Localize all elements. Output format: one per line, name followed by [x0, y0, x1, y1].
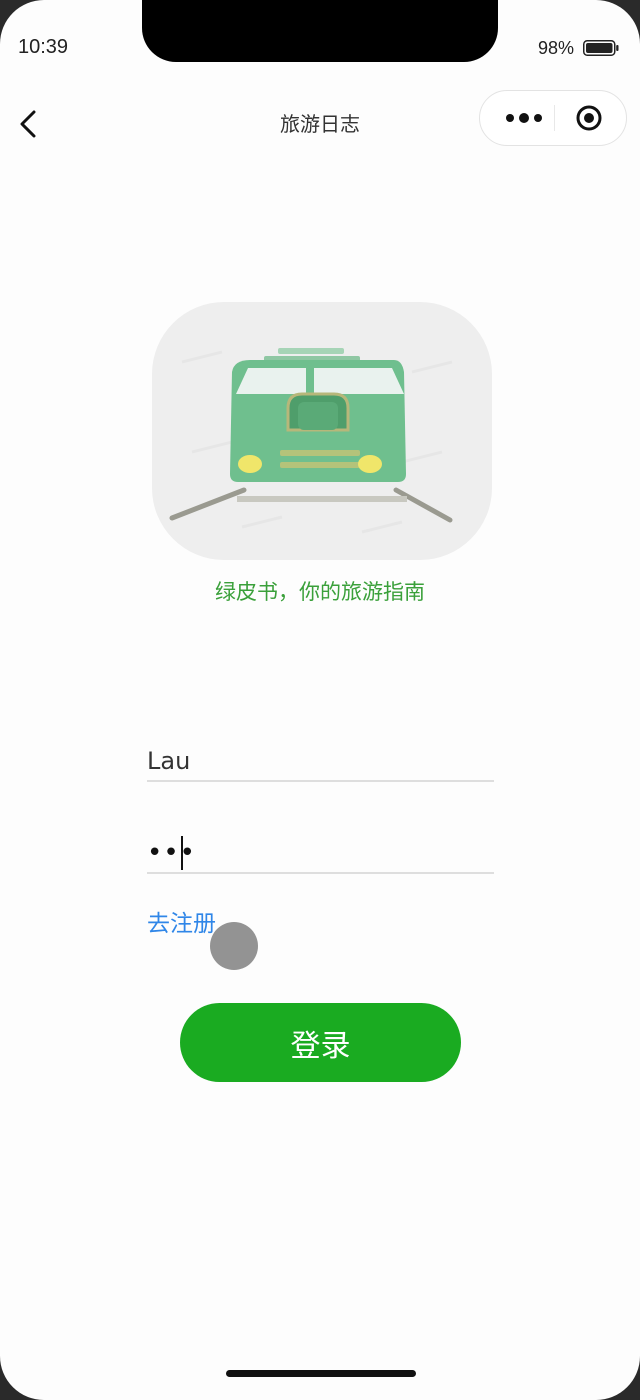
password-input[interactable]: •••: [147, 838, 196, 868]
username-field[interactable]: [147, 742, 494, 782]
target-close-icon[interactable]: [574, 103, 604, 133]
battery-percentage: 98%: [538, 38, 575, 58]
register-link[interactable]: 去注册: [147, 904, 216, 938]
home-indicator[interactable]: [226, 1370, 416, 1377]
train-icon: [152, 302, 492, 560]
mini-program-capsule: [479, 90, 627, 146]
touch-indicator: [210, 922, 258, 970]
page-title: 旅游日志: [280, 112, 360, 136]
more-dots-icon[interactable]: [500, 103, 548, 133]
login-button[interactable]: 登录: [180, 1003, 461, 1082]
back-button[interactable]: [12, 104, 48, 144]
password-field[interactable]: •••: [147, 834, 494, 874]
username-input[interactable]: [147, 742, 494, 780]
battery-icon: [583, 40, 619, 56]
status-time: 10:39: [18, 36, 69, 58]
notch: [142, 0, 498, 62]
capsule-divider: [554, 105, 555, 131]
text-caret: [181, 836, 183, 870]
app-slogan: 绿皮书，你的旅游指南: [215, 580, 425, 604]
phone-screen: 10:39 98% 旅游日志 绿皮书，你的旅游指南 Lau ••• 去注册 登录: [0, 0, 640, 1400]
